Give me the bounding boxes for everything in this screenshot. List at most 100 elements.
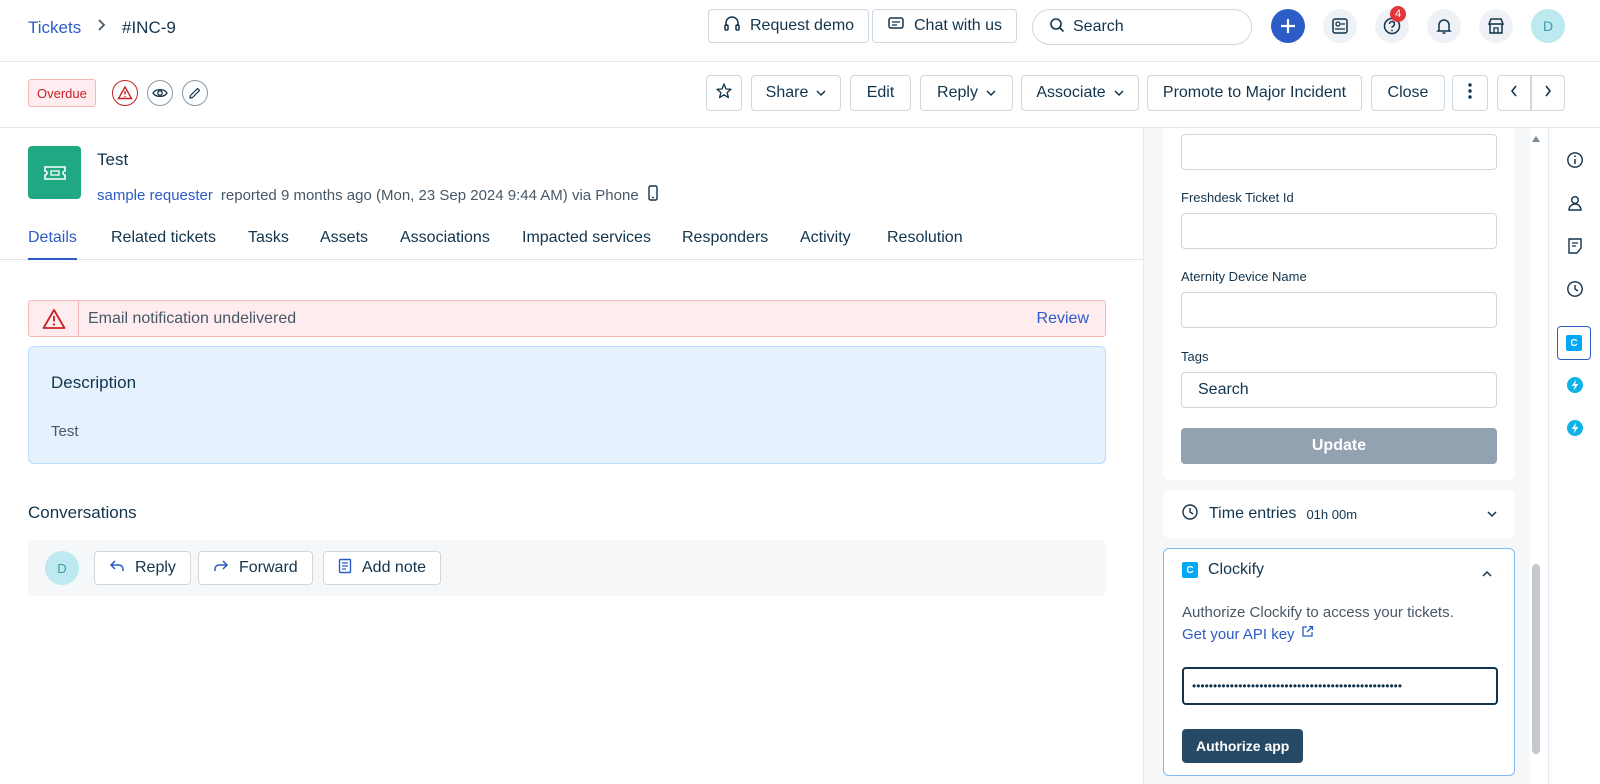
reply-arrow-icon — [109, 559, 125, 578]
more-options-button[interactable] — [1452, 75, 1488, 111]
phone-icon — [647, 185, 659, 205]
clock-icon — [1181, 503, 1199, 526]
tab-responders[interactable]: Responders — [682, 229, 768, 260]
time-entries-accordion[interactable]: Time entries 01h 00m — [1163, 490, 1515, 538]
update-button[interactable]: Update — [1181, 428, 1497, 464]
time-clock-icon[interactable] — [1561, 275, 1589, 303]
info-icon[interactable] — [1561, 146, 1589, 174]
ticket-type-icon — [28, 146, 81, 199]
previous-field-input[interactable] — [1181, 134, 1497, 170]
ticket-toolbar: Overdue Share Edit Reply Associate Promo… — [0, 62, 1600, 128]
clockify-app-icon[interactable]: C — [1557, 326, 1591, 360]
authorize-app-button[interactable]: Authorize app — [1182, 729, 1304, 763]
chevron-down-icon — [986, 84, 996, 102]
scroll-up-arrow-icon[interactable] — [1531, 130, 1541, 148]
notes-icon[interactable] — [1561, 232, 1589, 260]
overdue-status-badge: Overdue — [28, 79, 96, 107]
favorite-star-button[interactable] — [706, 75, 742, 111]
edit-pencil-icon[interactable] — [182, 80, 208, 106]
chevron-up-icon[interactable] — [1482, 565, 1492, 583]
reply-label: Reply — [135, 559, 176, 576]
global-search-input[interactable]: Search — [1032, 9, 1252, 45]
kebab-menu-icon — [1468, 82, 1472, 105]
tab-activity[interactable]: Activity — [800, 229, 851, 260]
breadcrumb-tickets-link[interactable]: Tickets — [28, 18, 81, 38]
warning-icon[interactable] — [112, 80, 138, 106]
ticket-tabs: Details Related tickets Tasks Assets Ass… — [0, 222, 1143, 260]
clockify-app-card: C Clockify Authorize Clockify to access … — [1163, 548, 1515, 776]
marketplace-store-icon[interactable] — [1479, 9, 1513, 43]
time-entries-title: Time entries — [1209, 505, 1297, 522]
promote-major-incident-button[interactable]: Promote to Major Incident — [1147, 75, 1362, 111]
requester-info-person-icon[interactable] — [1561, 189, 1589, 217]
clockify-title: Clockify — [1208, 561, 1265, 578]
search-placeholder: Search — [1073, 18, 1124, 35]
conversation-forward-button[interactable]: Forward — [198, 551, 313, 585]
search-icon — [1049, 17, 1065, 38]
close-ticket-button[interactable]: Close — [1371, 75, 1445, 111]
previous-ticket-button[interactable] — [1497, 75, 1531, 111]
next-ticket-button[interactable] — [1531, 75, 1565, 111]
conversation-actions-bar: D Reply Forward Add note — [28, 540, 1106, 596]
associate-dropdown-button[interactable]: Associate — [1021, 75, 1139, 111]
aternity-device-name-input[interactable] — [1181, 292, 1497, 328]
edit-button[interactable]: Edit — [850, 75, 911, 111]
tab-related-tickets[interactable]: Related tickets — [111, 229, 216, 260]
review-link[interactable]: Review — [1037, 310, 1089, 328]
tab-tasks[interactable]: Tasks — [248, 229, 289, 260]
breadcrumb-ticket-id: #INC-9 — [122, 18, 176, 37]
contacts-directory-icon[interactable] — [1323, 9, 1357, 43]
associate-label: Associate — [1036, 84, 1106, 101]
requester-link[interactable]: sample requester — [97, 187, 213, 204]
chat-with-us-label: Chat with us — [914, 17, 1003, 34]
conversation-reply-button[interactable]: Reply — [94, 551, 191, 585]
description-panel: Description Test — [28, 346, 1106, 464]
clockify-logo-icon: C — [1182, 562, 1198, 578]
note-icon — [338, 558, 352, 579]
lightning-app-icon[interactable] — [1561, 371, 1589, 399]
bell-icon[interactable] — [1427, 9, 1461, 43]
email-undelivered-alert: Email notification undelivered Review — [28, 300, 1106, 337]
ticket-title: Test — [97, 150, 129, 169]
headset-icon — [723, 15, 741, 38]
reported-text: reported 9 months ago (Mon, 23 Sep 2024 … — [220, 186, 639, 204]
freshdesk-ticket-id-input[interactable] — [1181, 213, 1497, 249]
conversation-avatar: D — [45, 551, 79, 585]
request-demo-label: Request demo — [750, 17, 855, 34]
reply-dropdown-button[interactable]: Reply — [920, 75, 1013, 111]
app-side-rail: C — [1548, 128, 1600, 784]
tags-search-input[interactable]: Search — [1181, 372, 1497, 408]
ticket-properties-panel: Freshdesk Ticket Id Aternity Device Name… — [1143, 128, 1538, 784]
tab-impacted-services[interactable]: Impacted services — [522, 229, 651, 260]
share-button[interactable]: Share — [751, 75, 841, 111]
alert-warning-icon — [29, 301, 79, 336]
share-label: Share — [765, 84, 809, 101]
right-panel-scrollbar[interactable] — [1530, 128, 1542, 784]
star-icon — [715, 82, 733, 105]
chat-with-us-button[interactable]: Chat with us — [872, 9, 1018, 43]
clockify-header[interactable]: C Clockify — [1182, 561, 1264, 579]
user-avatar[interactable]: D — [1531, 9, 1565, 43]
lightning-app-icon-2[interactable] — [1561, 414, 1589, 442]
api-key-link[interactable]: Get your API key — [1182, 625, 1314, 643]
add-note-label: Add note — [362, 559, 427, 576]
clockify-rail-logo: C — [1566, 335, 1582, 351]
tags-label: Tags — [1181, 349, 1209, 364]
api-key-password-input[interactable]: ••••••••••••••••••••••••••••••••••••••••… — [1182, 667, 1498, 705]
external-link-icon — [1301, 625, 1314, 643]
watch-eye-icon[interactable] — [147, 80, 173, 106]
properties-card: Freshdesk Ticket Id Aternity Device Name… — [1163, 128, 1515, 480]
request-demo-button[interactable]: Request demo — [708, 9, 870, 43]
alert-message: Email notification undelivered — [88, 309, 297, 327]
tab-resolution[interactable]: Resolution — [887, 229, 963, 260]
scrollbar-thumb[interactable] — [1532, 564, 1540, 754]
top-bar: Tickets #INC-9 Request demo Chat with us… — [0, 0, 1600, 62]
tab-associations[interactable]: Associations — [400, 229, 490, 260]
tab-assets[interactable]: Assets — [320, 229, 368, 260]
breadcrumb-chevron-icon — [96, 18, 108, 37]
add-note-button[interactable]: Add note — [323, 551, 442, 585]
tab-details[interactable]: Details — [28, 229, 77, 260]
description-body: Test — [51, 423, 79, 440]
forward-arrow-icon — [213, 559, 229, 578]
new-item-plus-button[interactable] — [1271, 9, 1305, 43]
